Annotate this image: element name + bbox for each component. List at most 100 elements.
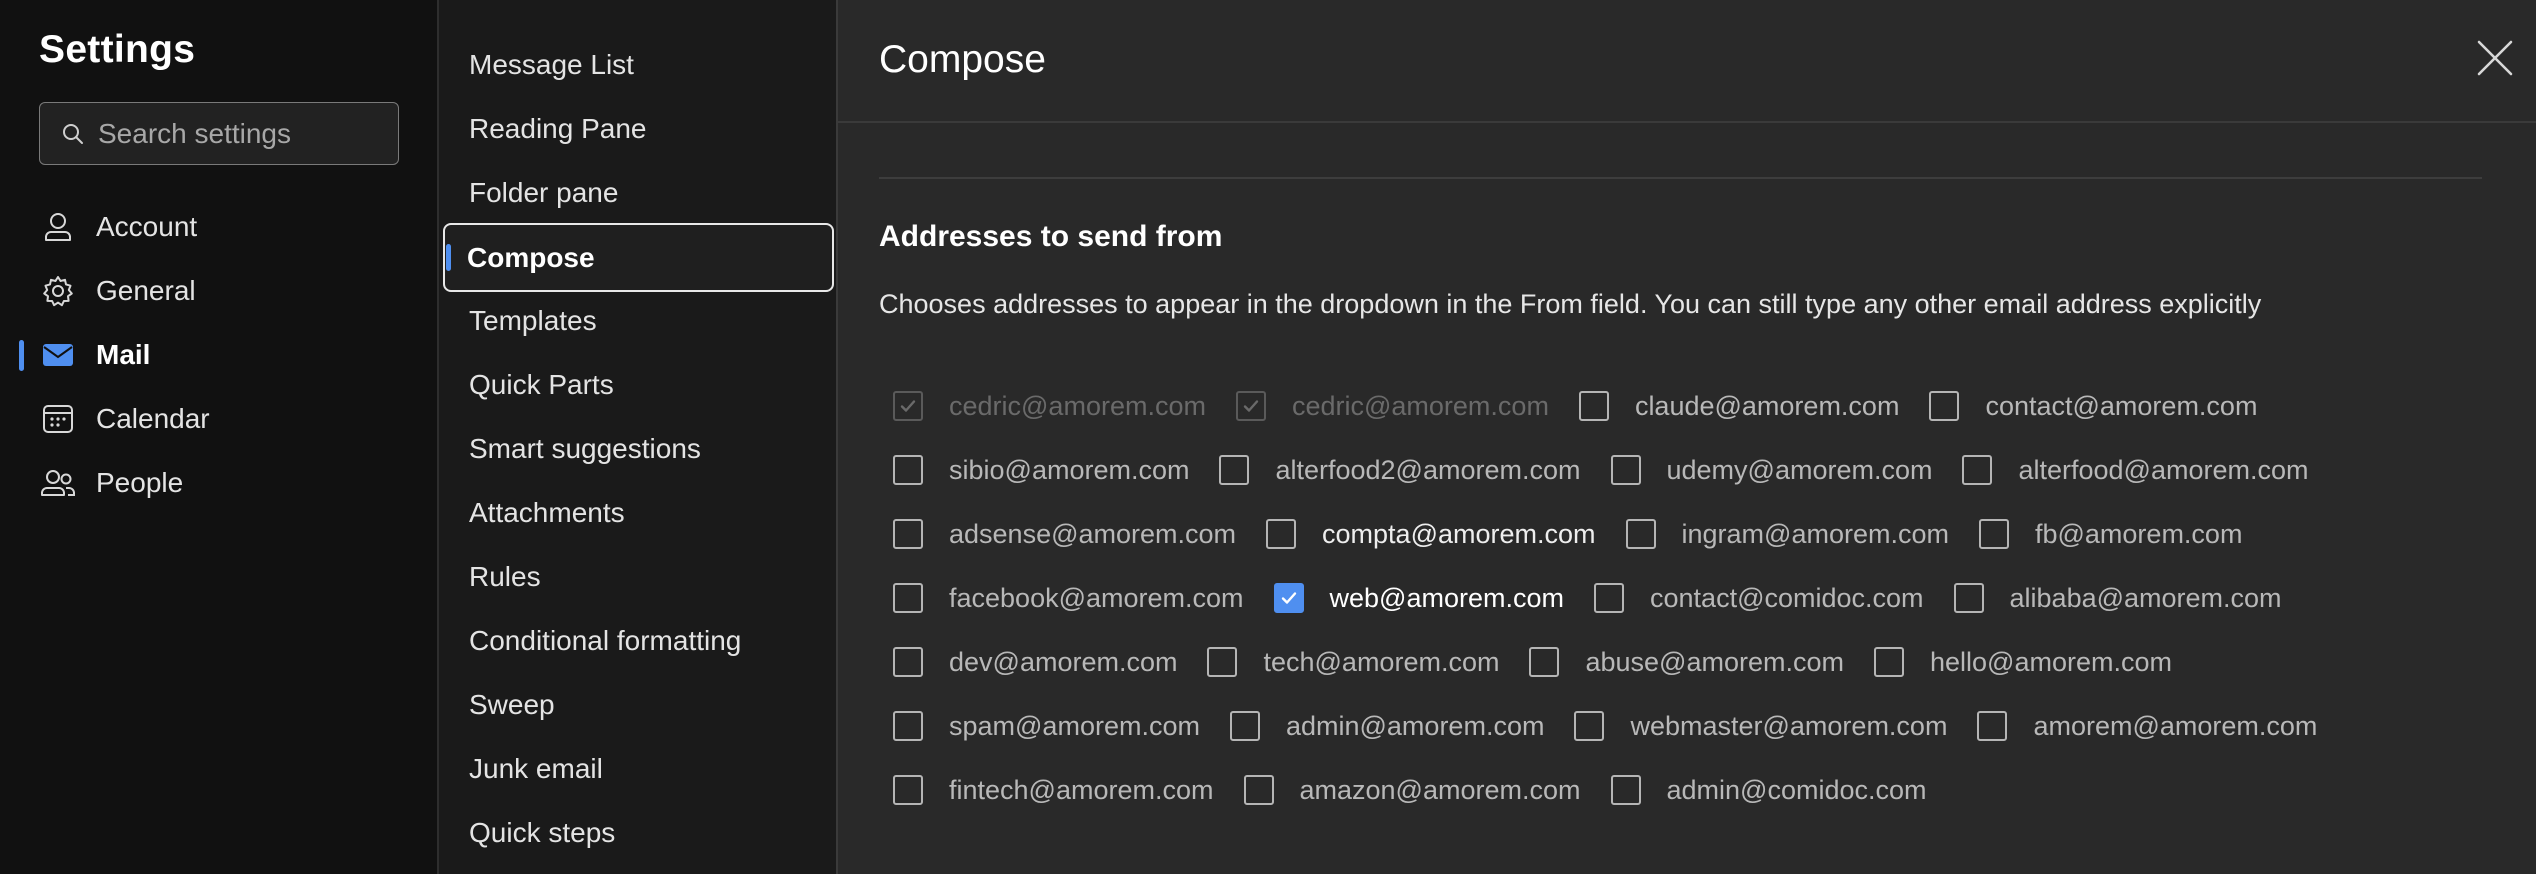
- address-option[interactable]: spam@amorem.com: [893, 711, 1200, 742]
- address-option[interactable]: admin@comidoc.com: [1610, 775, 1927, 806]
- address-checkbox[interactable]: [1610, 455, 1641, 485]
- address-checkbox[interactable]: [893, 455, 923, 485]
- panel-title: Compose: [879, 38, 1046, 81]
- address-row: facebook@amorem.com web@amorem.com contact…: [893, 578, 2312, 618]
- gear-icon: [40, 273, 76, 309]
- address-option[interactable]: claude@amorem.com: [1578, 390, 1900, 422]
- address-checkbox[interactable]: [1953, 583, 1984, 613]
- subnav-item-label: Attachments: [469, 497, 625, 528]
- address-label: compta@amorem.com: [1322, 518, 1596, 549]
- subnav-item-folder-pane[interactable]: Folder pane: [439, 165, 838, 221]
- address-checkbox[interactable]: [1594, 583, 1625, 613]
- address-checkbox[interactable]: [1229, 711, 1260, 741]
- address-row: dev@amorem.com tech@amorem.com abuse@amore…: [893, 642, 2202, 682]
- subnav-item-message-list[interactable]: Message List: [439, 37, 838, 93]
- subnav-item-junk-email[interactable]: Junk email: [439, 741, 838, 797]
- address-row: sibio@amorem.com alterfood2@amorem.com ude…: [893, 450, 2339, 490]
- subnav-item-quick-steps[interactable]: Quick steps: [439, 805, 838, 861]
- address-checkbox[interactable]: [1273, 583, 1304, 613]
- address-option[interactable]: web@amorem.com: [1273, 583, 1564, 614]
- address-checkbox[interactable]: [1219, 455, 1250, 485]
- address-checkbox[interactable]: [893, 647, 923, 677]
- subnav-item-reading-pane[interactable]: Reading Pane: [439, 101, 838, 157]
- address-label: contact@comidoc.com: [1650, 582, 1924, 613]
- address-option[interactable]: alterfood2@amorem.com: [1219, 454, 1581, 486]
- address-checkbox[interactable]: [893, 711, 923, 741]
- active-indicator: [446, 244, 451, 271]
- address-checkbox[interactable]: [1977, 711, 2008, 741]
- address-checkbox[interactable]: [893, 775, 923, 805]
- address-label: admin@amorem.com: [1285, 710, 1545, 741]
- address-option[interactable]: udemy@amorem.com: [1610, 455, 1932, 486]
- close-button[interactable]: [2475, 38, 2515, 78]
- subnav-item-sweep[interactable]: Sweep: [439, 677, 838, 733]
- address-checkbox[interactable]: [893, 583, 923, 613]
- address-option[interactable]: admin@amorem.com: [1229, 710, 1545, 742]
- address-option[interactable]: adsense@amorem.com: [893, 519, 1236, 550]
- address-checkbox[interactable]: [1578, 391, 1609, 421]
- address-option[interactable]: webmaster@amorem.com: [1574, 711, 1947, 742]
- nav-item-general[interactable]: General: [0, 263, 437, 319]
- subnav-item-quick-parts[interactable]: Quick Parts: [439, 357, 838, 413]
- section-divider: [879, 177, 2482, 179]
- address-option[interactable]: hello@amorem.com: [1873, 647, 2172, 678]
- subnav-item-rules[interactable]: Rules: [439, 549, 838, 605]
- subnav-item-label: Compose: [467, 241, 595, 273]
- address-checkbox[interactable]: [1574, 711, 1605, 741]
- address-checkbox[interactable]: [1529, 647, 1560, 677]
- address-checkbox[interactable]: [1873, 647, 1904, 677]
- address-row: fintech@amorem.com amazon@amorem.com admin…: [893, 770, 1957, 810]
- search-settings-input[interactable]: [98, 117, 378, 150]
- address-label: dev@amorem.com: [949, 646, 1178, 677]
- address-checkbox[interactable]: [1266, 519, 1297, 549]
- address-option[interactable]: sibio@amorem.com: [893, 455, 1189, 486]
- address-checkbox[interactable]: [893, 519, 923, 549]
- nav-item-label: Mail: [96, 339, 151, 370]
- address-option[interactable]: abuse@amorem.com: [1529, 647, 1844, 678]
- address-checkbox[interactable]: [1207, 647, 1238, 677]
- address-option[interactable]: fintech@amorem.com: [893, 775, 1214, 806]
- address-option[interactable]: tech@amorem.com: [1207, 647, 1499, 678]
- close-icon: [2477, 40, 2513, 76]
- address-checkbox[interactable]: [1243, 775, 1274, 805]
- address-checkbox[interactable]: [1962, 455, 1993, 485]
- address-option[interactable]: dev@amorem.com: [893, 647, 1177, 678]
- compose-panel: Compose Addresses to send from Chooses a…: [838, 0, 2536, 874]
- nav-item-account[interactable]: Account: [0, 199, 437, 255]
- nav-item-people[interactable]: People: [0, 455, 437, 511]
- address-option[interactable]: fb@amorem.com: [1978, 519, 2242, 550]
- nav-item-mail[interactable]: Mail: [0, 327, 437, 383]
- address-option[interactable]: amorem@amorem.com: [1977, 711, 2317, 742]
- subnav-item-label: Templates: [469, 305, 597, 336]
- address-option[interactable]: compta@amorem.com: [1266, 518, 1596, 550]
- address-label: claude@amorem.com: [1634, 390, 1900, 421]
- address-checkbox[interactable]: [1625, 519, 1656, 549]
- address-checkbox[interactable]: [1610, 775, 1641, 805]
- address-label: spam@amorem.com: [949, 710, 1200, 741]
- address-row: spam@amorem.com admin@amorem.com webmaster…: [893, 706, 2347, 746]
- subnav-item-conditional-formatting[interactable]: Conditional formatting: [439, 613, 838, 669]
- subnav-item-attachments[interactable]: Attachments: [439, 485, 838, 541]
- address-option[interactable]: contact@amorem.com: [1929, 391, 2257, 422]
- address-checkbox[interactable]: [1929, 391, 1960, 421]
- address-checkbox[interactable]: [1978, 519, 2009, 549]
- subnav-item-smart-suggestions[interactable]: Smart suggestions: [439, 421, 838, 477]
- mail-subnav: Message List Reading Pane Folder pane Compo…: [437, 0, 838, 874]
- address-option[interactable]: contact@comidoc.com: [1594, 583, 1924, 614]
- address-label: cedric@amorem.com: [1291, 390, 1549, 421]
- address-option[interactable]: alibaba@amorem.com: [1953, 583, 2282, 614]
- subnav-item-compose[interactable]: Compose: [443, 223, 834, 292]
- address-option[interactable]: facebook@amorem.com: [893, 583, 1244, 614]
- address-option[interactable]: amazon@amorem.com: [1243, 775, 1581, 806]
- subnav-item-templates[interactable]: Templates: [439, 293, 838, 349]
- address-option[interactable]: alterfood@amorem.com: [1962, 455, 2309, 486]
- nav-item-calendar[interactable]: Calendar: [0, 391, 437, 447]
- nav-item-label: General: [96, 275, 196, 306]
- address-option[interactable]: ingram@amorem.com: [1625, 519, 1949, 550]
- settings-title: Settings: [39, 28, 196, 71]
- address-label: alterfood2@amorem.com: [1275, 454, 1581, 485]
- subnav-item-label: Folder pane: [469, 177, 619, 208]
- section-heading: Addresses to send from: [879, 220, 1223, 253]
- search-settings-box[interactable]: [39, 102, 399, 165]
- mail-icon: [40, 337, 76, 373]
